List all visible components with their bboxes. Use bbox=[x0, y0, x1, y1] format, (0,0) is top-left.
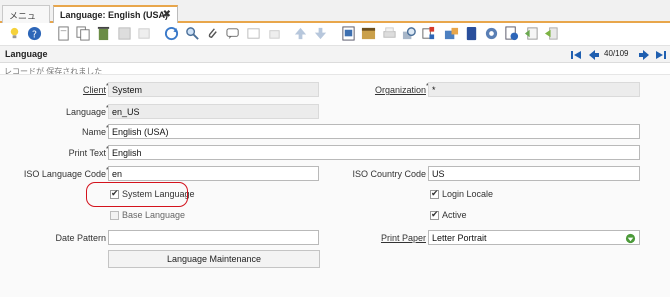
base-language-label: Base Language bbox=[122, 210, 186, 220]
language-maintenance-button[interactable]: Language Maintenance bbox=[108, 250, 320, 268]
active-label: Active bbox=[442, 210, 467, 220]
date-pattern-field[interactable] bbox=[108, 230, 319, 245]
login-locale-checkbox[interactable]: Login Locale bbox=[430, 188, 494, 199]
system-language-highlight bbox=[86, 182, 188, 207]
refresh-icon[interactable] bbox=[164, 26, 179, 41]
export-icon[interactable] bbox=[524, 26, 539, 41]
toolbar: ? bbox=[0, 23, 670, 45]
lookup-icon[interactable] bbox=[625, 233, 636, 244]
report-icon[interactable] bbox=[341, 26, 356, 41]
print-paper-value: Letter Portrait bbox=[432, 233, 487, 243]
zoom-across-icon[interactable] bbox=[402, 26, 417, 41]
first-record-icon[interactable] bbox=[570, 49, 582, 61]
chat-icon[interactable] bbox=[226, 26, 241, 41]
tab-language-label: Language: English (USA) bbox=[60, 10, 168, 20]
help-icon[interactable]: ? bbox=[27, 26, 42, 41]
base-language-checkbox[interactable]: Base Language bbox=[110, 210, 185, 220]
client-label[interactable]: Client bbox=[60, 85, 106, 95]
up-icon[interactable] bbox=[293, 26, 308, 41]
undo-icon[interactable] bbox=[137, 26, 152, 41]
active-checkbox[interactable]: Active bbox=[430, 209, 467, 220]
notes-icon[interactable] bbox=[246, 26, 261, 41]
down-icon[interactable] bbox=[313, 26, 328, 41]
find-icon[interactable] bbox=[185, 26, 200, 41]
print-paper-label[interactable]: Print Paper bbox=[356, 233, 426, 243]
next-record-icon[interactable] bbox=[638, 49, 650, 61]
last-record-icon[interactable] bbox=[655, 49, 667, 61]
new-record-icon[interactable] bbox=[56, 26, 71, 41]
iso-language-label: ISO Language Code bbox=[23, 169, 106, 179]
organization-label[interactable]: Organization bbox=[360, 85, 426, 95]
iso-country-field[interactable]: US bbox=[428, 166, 640, 181]
svg-text:?: ? bbox=[32, 29, 37, 40]
request-icon[interactable] bbox=[421, 26, 436, 41]
print-paper-field[interactable]: Letter Portrait bbox=[428, 230, 640, 245]
print-text-field[interactable]: English bbox=[108, 145, 640, 160]
record-counter: 40/109 bbox=[604, 49, 629, 58]
save-icon[interactable] bbox=[117, 26, 132, 41]
workflow-icon[interactable] bbox=[464, 26, 479, 41]
window-title: Language bbox=[5, 49, 48, 59]
base-language-check[interactable] bbox=[110, 210, 119, 220]
name-label: Name bbox=[81, 127, 106, 137]
login-locale-check[interactable] bbox=[430, 188, 439, 199]
copy-record-icon[interactable] bbox=[76, 26, 91, 41]
close-icon[interactable]: ✖ bbox=[163, 9, 171, 20]
language-field: en_US bbox=[108, 104, 319, 119]
tab-bar: メニュー Language: English (USA) ✖ bbox=[0, 0, 670, 34]
name-field[interactable]: English (USA) bbox=[108, 124, 640, 139]
organization-field: * bbox=[428, 82, 640, 97]
date-pattern-label: Date Pattern bbox=[55, 233, 106, 243]
exit-icon[interactable] bbox=[544, 26, 559, 41]
print-icon[interactable] bbox=[382, 26, 397, 41]
archive-icon[interactable] bbox=[361, 26, 376, 41]
iso-country-label: ISO Country Code bbox=[352, 169, 426, 179]
lock-icon[interactable] bbox=[267, 26, 282, 41]
iso-language-field[interactable]: en bbox=[108, 166, 319, 181]
language-label: Language bbox=[65, 107, 106, 117]
tab-menu[interactable]: メニュー bbox=[2, 5, 50, 34]
process-icon[interactable] bbox=[504, 26, 519, 41]
client-field: System bbox=[108, 82, 319, 97]
product-info-icon[interactable] bbox=[444, 26, 459, 41]
active-check[interactable] bbox=[430, 209, 439, 220]
window-header: Language 40/109 bbox=[0, 45, 670, 63]
print-text-label: Print Text bbox=[68, 148, 106, 158]
attachment-icon[interactable] bbox=[205, 26, 220, 41]
delete-icon[interactable] bbox=[96, 26, 111, 41]
previous-record-icon[interactable] bbox=[588, 49, 600, 61]
settings-icon[interactable] bbox=[484, 26, 499, 41]
tab-language[interactable]: Language: English (USA) ✖ bbox=[53, 5, 178, 23]
lightbulb-icon[interactable] bbox=[7, 26, 22, 41]
login-locale-label: Login Locale bbox=[442, 189, 494, 199]
